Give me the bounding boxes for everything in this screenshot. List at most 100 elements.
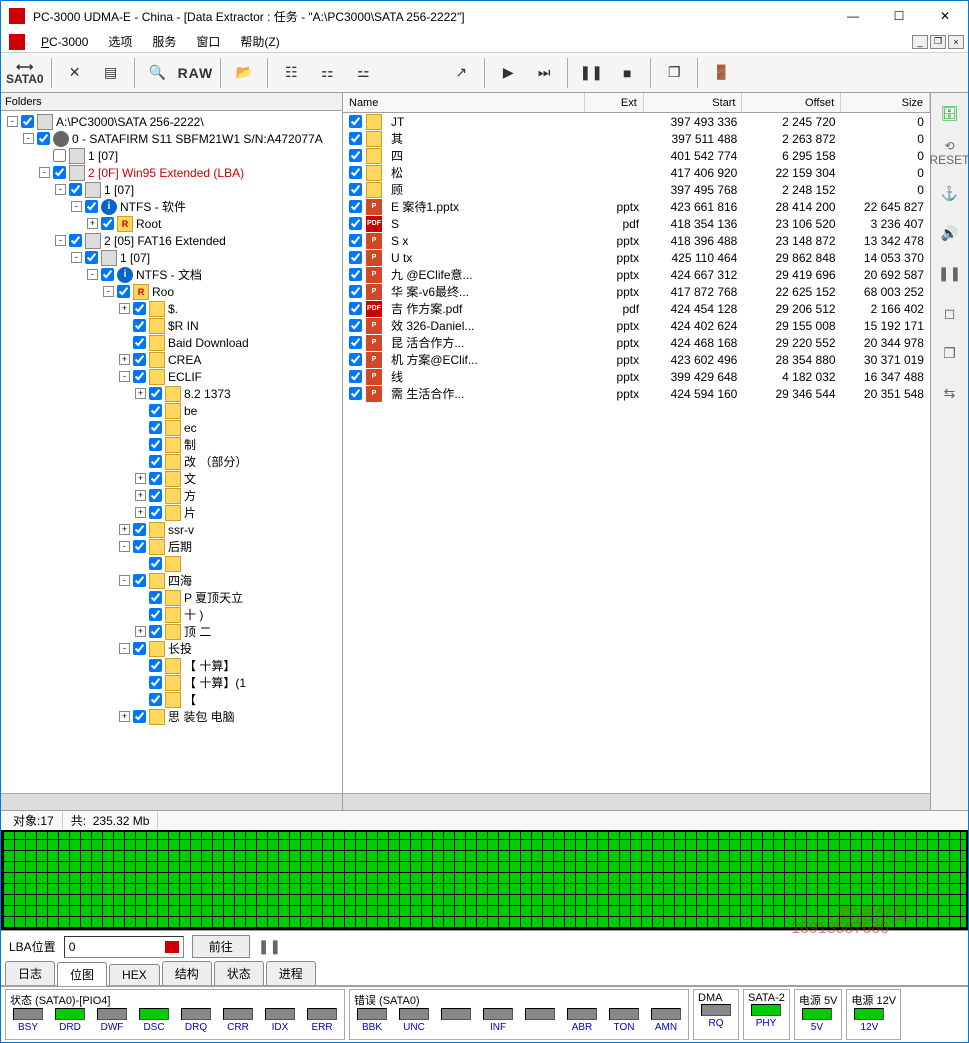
tree-checkbox[interactable]: [133, 523, 146, 536]
tree-row[interactable]: -iNTFS - 文档: [3, 266, 340, 283]
tree-checkbox[interactable]: [133, 336, 146, 349]
list-checkbox[interactable]: [349, 319, 362, 332]
list-row[interactable]: PDFSpdf418 354 13623 106 5203 236 407: [343, 215, 930, 232]
col-start[interactable]: Start: [644, 93, 743, 112]
sata-port-button[interactable]: ⟷SATA0: [5, 56, 45, 90]
tree-row[interactable]: +CREA: [3, 351, 340, 368]
tree-row[interactable]: be: [3, 402, 340, 419]
tree-expander[interactable]: -: [119, 541, 130, 552]
tree-row[interactable]: -四海: [3, 572, 340, 589]
tree-row[interactable]: +顶 二: [3, 623, 340, 640]
stop-icon[interactable]: ■: [610, 56, 644, 90]
tree-row[interactable]: 改 （部分）: [3, 453, 340, 470]
rt-anchor-icon[interactable]: ⚓: [936, 179, 964, 207]
tree-row[interactable]: -2 [05] FAT16 Extended: [3, 232, 340, 249]
tree-expander[interactable]: -: [55, 184, 66, 195]
tree-expander[interactable]: [135, 558, 146, 569]
list-row[interactable]: 其397 511 4882 263 8720: [343, 130, 930, 147]
tree-row[interactable]: -1 [07]: [3, 249, 340, 266]
list-row[interactable]: PDF吉 作方案.pdfpdf424 454 12829 206 5122 16…: [343, 300, 930, 317]
tab-日志[interactable]: 日志: [5, 961, 55, 985]
tree-checkbox[interactable]: [85, 251, 98, 264]
tree-row[interactable]: ec: [3, 419, 340, 436]
tree-expander[interactable]: -: [71, 201, 82, 212]
pause-icon[interactable]: ❚❚: [574, 56, 608, 90]
list-row[interactable]: P九 @EClife意...pptx424 667 31229 419 6962…: [343, 266, 930, 283]
lba-input[interactable]: 0: [64, 936, 184, 958]
tree-row[interactable]: 制: [3, 436, 340, 453]
tree-checkbox[interactable]: [85, 200, 98, 213]
list-row[interactable]: P机 方案@EClif...pptx423 602 49628 354 8803…: [343, 351, 930, 368]
list-checkbox[interactable]: [349, 336, 362, 349]
filter2-icon[interactable]: ⚏: [310, 56, 344, 90]
tree-row[interactable]: +ssr-v: [3, 521, 340, 538]
tree-row[interactable]: 1 [07]: [3, 147, 340, 164]
tree-expander[interactable]: +: [87, 218, 98, 229]
mdi-minimize[interactable]: _: [912, 35, 928, 49]
report-icon[interactable]: ▤: [94, 56, 128, 90]
tree-hscroll[interactable]: [1, 793, 342, 810]
tree-checkbox[interactable]: [133, 540, 146, 553]
tree-checkbox[interactable]: [149, 693, 162, 706]
tree-row[interactable]: + 片: [3, 504, 340, 521]
tree-checkbox[interactable]: [149, 608, 162, 621]
tree-checkbox[interactable]: [101, 268, 114, 281]
tree-expander[interactable]: +: [135, 626, 146, 637]
list-checkbox[interactable]: [349, 200, 362, 213]
list-checkbox[interactable]: [349, 285, 362, 298]
tree-expander[interactable]: +: [119, 711, 130, 722]
tree-row[interactable]: -后期: [3, 538, 340, 555]
tree-checkbox[interactable]: [149, 404, 162, 417]
tree-expander[interactable]: +: [135, 473, 146, 484]
filter3-icon[interactable]: ⚍: [346, 56, 380, 90]
tree-checkbox[interactable]: [69, 234, 82, 247]
col-ext[interactable]: Ext: [585, 93, 644, 112]
close-button[interactable]: ✕: [922, 1, 968, 31]
tree-expander[interactable]: [135, 609, 146, 620]
tab-位图[interactable]: 位图: [57, 962, 107, 986]
tree-row[interactable]: -RRoo: [3, 283, 340, 300]
rt-pause-icon[interactable]: ❚❚: [936, 259, 964, 287]
list-row[interactable]: P效 326-Daniel...pptx424 402 62429 155 00…: [343, 317, 930, 334]
list-checkbox[interactable]: [349, 251, 362, 264]
tree-row[interactable]: -2 [0F] Win95 Extended (LBA): [3, 164, 340, 181]
tree-checkbox[interactable]: [133, 302, 146, 315]
tree-checkbox[interactable]: [149, 506, 162, 519]
tree-checkbox[interactable]: [133, 319, 146, 332]
rt-sound-icon[interactable]: 🔊: [936, 219, 964, 247]
mdi-restore[interactable]: ❐: [930, 35, 946, 49]
tree-expander[interactable]: -: [55, 235, 66, 246]
tree-expander[interactable]: [135, 677, 146, 688]
tree-row[interactable]: -0 - SATAFIRM S11 SBFM21W1 S/N:A472077A: [3, 130, 340, 147]
tree-checkbox[interactable]: [133, 370, 146, 383]
tree-row[interactable]: +思 装包 电脑: [3, 708, 340, 725]
tree-row[interactable]: +方: [3, 487, 340, 504]
lba-pause-icon[interactable]: ❚❚: [258, 938, 281, 955]
rt-stop-icon[interactable]: ◻: [936, 299, 964, 327]
tree-checkbox[interactable]: [133, 353, 146, 366]
tree-expander[interactable]: [135, 660, 146, 671]
lba-go-button[interactable]: 前往: [192, 935, 250, 958]
folder-tree[interactable]: -A:\PC3000\SATA 256-2222\-0 - SATAFIRM S…: [1, 111, 342, 793]
list-checkbox[interactable]: [349, 370, 362, 383]
tree-expander[interactable]: -: [23, 133, 34, 144]
block-map[interactable]: [1, 830, 968, 930]
tree-checkbox[interactable]: [149, 625, 162, 638]
rt-reset-icon[interactable]: ⟲RESET: [936, 139, 964, 167]
rt-db-icon[interactable]: 🗄: [936, 99, 964, 127]
tree-expander[interactable]: +: [119, 303, 130, 314]
list-hscroll[interactable]: [343, 793, 930, 810]
tree-expander[interactable]: -: [87, 269, 98, 280]
tab-HEX[interactable]: HEX: [109, 964, 160, 985]
tree-expander[interactable]: [39, 150, 50, 161]
tab-状态[interactable]: 状态: [214, 961, 264, 985]
tree-checkbox[interactable]: [53, 149, 66, 162]
tree-checkbox[interactable]: [117, 285, 130, 298]
tree-checkbox[interactable]: [149, 557, 162, 570]
tree-row[interactable]: +8.2 1373: [3, 385, 340, 402]
binoculars-icon[interactable]: 🔍: [141, 56, 175, 90]
list-checkbox[interactable]: [349, 302, 362, 315]
list-row[interactable]: 顾397 495 7682 248 1520: [343, 181, 930, 198]
tree-checkbox[interactable]: [37, 132, 50, 145]
menu-window[interactable]: 窗口: [188, 31, 228, 52]
